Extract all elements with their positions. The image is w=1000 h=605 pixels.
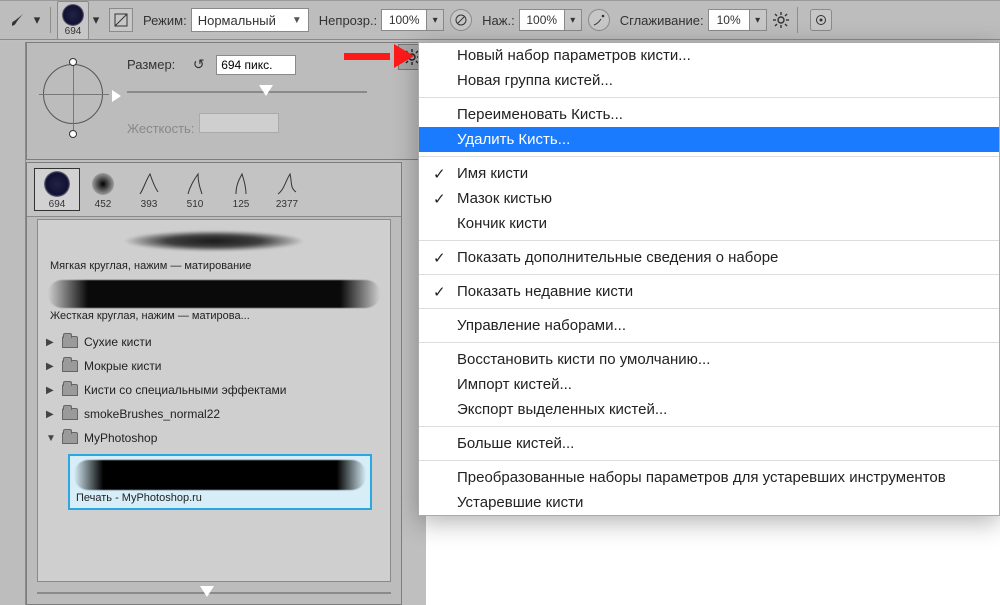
brush-settings-toggle-icon[interactable] — [109, 8, 133, 32]
recent-brushes-row: 694 452 393 510 125 2377 — [27, 163, 401, 217]
symmetry-icon[interactable] — [810, 9, 832, 31]
smoothing-gear-icon[interactable] — [771, 10, 791, 30]
menu-show-preset-info[interactable]: Показать дополнительные сведения о набор… — [419, 245, 999, 270]
mode-label: Режим: — [143, 13, 187, 28]
left-tool-strip — [0, 42, 26, 605]
menu-export-brushes[interactable]: Экспорт выделенных кистей... — [419, 397, 999, 422]
brush-settings-popover: Размер: ↺ 694 пикс. Жесткость: — [26, 42, 426, 160]
brush-chip-size: 694 — [65, 26, 82, 37]
selected-brush[interactable]: Печать - MyPhotoshop.ru — [68, 454, 372, 510]
brush-flyout-menu: Новый набор параметров кисти... Новая гр… — [418, 42, 1000, 516]
smoothing-label: Сглаживание: — [620, 13, 704, 28]
flow-label: Наж.: — [482, 13, 515, 28]
brush-browser-panel: 694 452 393 510 125 2377 Мягкая круглая,… — [26, 162, 402, 605]
brush-preset-chip[interactable]: 694 — [57, 1, 89, 40]
brush-chip-dropdown-icon[interactable]: ▾ — [89, 12, 103, 28]
brush-angle-widget[interactable] — [37, 58, 117, 138]
flow-field[interactable]: 100% — [519, 9, 565, 31]
recent-brush-0[interactable]: 694 — [35, 169, 79, 210]
folder-smoke[interactable]: ▶smokeBrushes_normal22 — [38, 402, 390, 426]
menu-new-brush-group[interactable]: Новая группа кистей... — [419, 68, 999, 93]
brush-list[interactable]: Мягкая круглая, нажим — матирование Жест… — [37, 219, 391, 582]
folder-icon — [62, 360, 78, 372]
hardness-label: Жесткость: — [127, 121, 194, 136]
menu-restore-default[interactable]: Восстановить кисти по умолчанию... — [419, 347, 999, 372]
recent-brush-4[interactable]: 125 — [219, 169, 263, 210]
folder-myphotoshop[interactable]: ▼MyPhotoshop — [38, 426, 390, 450]
menu-get-brushes[interactable]: Больше кистей... — [419, 431, 999, 456]
brush-soft-round[interactable]: Мягкая круглая, нажим — матирование — [44, 224, 384, 276]
opacity-label: Непрозр.: — [319, 13, 377, 28]
zoom-slider[interactable] — [37, 586, 391, 600]
options-bar: ▾ 694 ▾ Режим: Нормальный ▼ Непрозр.: 10… — [0, 0, 1000, 40]
brush-hard-round[interactable]: Жесткая круглая, нажим — матирова... — [44, 280, 384, 326]
tool-preset-dropdown-icon[interactable]: ▾ — [30, 12, 44, 28]
menu-brush-stroke[interactable]: Мазок кистью — [419, 186, 999, 211]
menu-rename-brush[interactable]: Переименовать Кисть... — [419, 102, 999, 127]
folder-dry[interactable]: ▶Сухие кисти — [38, 330, 390, 354]
menu-brush-name[interactable]: Имя кисти — [419, 161, 999, 186]
blend-mode-select[interactable]: Нормальный ▼ — [191, 8, 309, 32]
menu-show-recent[interactable]: Показать недавние кисти — [419, 279, 999, 304]
size-slider[interactable] — [127, 83, 367, 101]
menu-converted-legacy[interactable]: Преобразованные наборы параметров для ус… — [419, 465, 999, 490]
menu-import-brushes[interactable]: Импорт кистей... — [419, 372, 999, 397]
folder-icon — [62, 432, 78, 444]
menu-preset-manager[interactable]: Управление наборами... — [419, 313, 999, 338]
hardness-field — [199, 113, 279, 133]
recent-brush-3[interactable]: 510 — [173, 169, 217, 210]
blend-mode-value: Нормальный — [198, 13, 276, 28]
menu-legacy-brushes[interactable]: Устаревшие кисти — [419, 490, 999, 515]
smoothing-field[interactable]: 10% — [708, 9, 750, 31]
folder-icon — [62, 336, 78, 348]
airbrush-icon[interactable] — [588, 9, 610, 31]
folder-icon — [62, 384, 78, 396]
opacity-pressure-icon[interactable] — [450, 9, 472, 31]
recent-brush-5[interactable]: 2377 — [265, 169, 309, 210]
smoothing-dropdown-icon[interactable]: ▾ — [749, 9, 767, 31]
menu-new-brush-preset[interactable]: Новый набор параметров кисти... — [419, 43, 999, 68]
opacity-field[interactable]: 100% — [381, 9, 427, 31]
flow-dropdown-icon[interactable]: ▾ — [564, 9, 582, 31]
folder-fx[interactable]: ▶Кисти со специальными эффектами — [38, 378, 390, 402]
recent-brush-1[interactable]: 452 — [81, 169, 125, 210]
menu-delete-brush[interactable]: Удалить Кисть... — [419, 127, 999, 152]
size-label: Размер: — [127, 57, 175, 72]
folder-wet[interactable]: ▶Мокрые кисти — [38, 354, 390, 378]
size-field[interactable]: 694 пикс. — [216, 55, 296, 75]
reset-size-icon[interactable]: ↺ — [190, 56, 208, 74]
menu-brush-tip[interactable]: Кончик кисти — [419, 211, 999, 236]
recent-brush-2[interactable]: 393 — [127, 169, 171, 210]
opacity-dropdown-icon[interactable]: ▾ — [426, 9, 444, 31]
chevron-down-icon: ▼ — [292, 15, 302, 26]
brush-tool-icon[interactable] — [6, 8, 30, 32]
folder-icon — [62, 408, 78, 420]
